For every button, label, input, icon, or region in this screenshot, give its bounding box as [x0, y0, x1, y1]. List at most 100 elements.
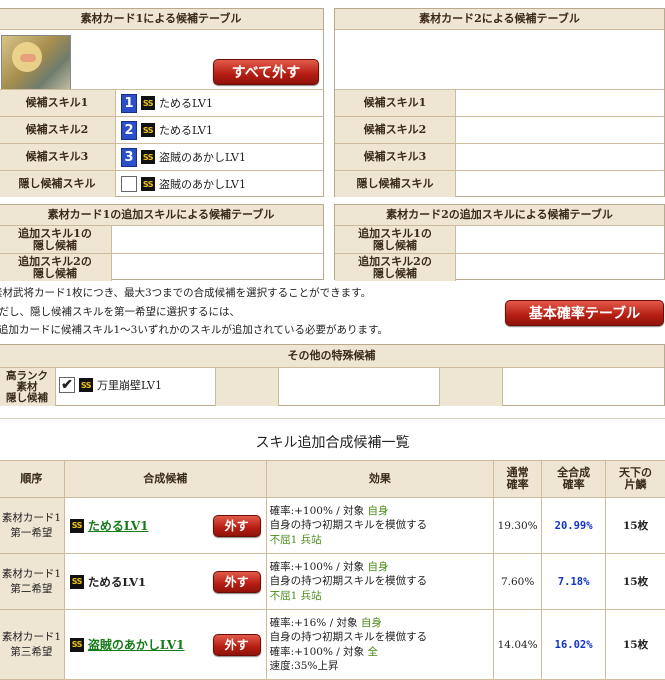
add1-row-2: 追加スキル2の 隠し候補 — [0, 253, 323, 281]
special-skill-cell: ✔ SS 万里崩壁LV1 — [59, 377, 162, 393]
candidate-order: 素材カード1 第二希望 — [0, 553, 65, 610]
candidate-order: 素材カード1 第三希望 — [0, 609, 65, 680]
card2-row-3: 候補スキル3 — [335, 143, 664, 170]
special-skill-checkbox[interactable]: ✔ — [59, 377, 75, 393]
ss-rank-icon: SS — [141, 177, 155, 191]
candidate-header-row: 順序 合成候補 効果 通常 確率 全合成 確率 天下の 片鱗 — [0, 460, 665, 498]
header-order: 順序 — [0, 460, 65, 498]
add2-title: 素材カード2の追加スキルによる候補テーブル — [335, 205, 664, 226]
header-candidate: 合成候補 — [63, 460, 267, 498]
candidate-skill-link[interactable]: 盗賊のあかしLV1 — [88, 636, 185, 653]
add1-row-label-line1: 追加スキル1の — [18, 226, 92, 240]
basic-probability-table-button[interactable]: 基本確率テーブル — [505, 300, 664, 326]
remove-candidate-button[interactable]: 外す — [212, 514, 261, 537]
candidate-effect: 確率:+100% / 対象 自身 自身の持つ初期スキルを模倣する 不屈1 兵站 — [265, 553, 495, 610]
normal-probability: 7.60% — [493, 553, 543, 610]
card1-row-label: 隠し候補スキル — [0, 171, 116, 197]
candidate-row: 素材カード1 第一希望 SS ためるLV1 外す 確率:+100% / 対象 自身… — [0, 497, 665, 554]
priority-3-icon[interactable]: 3 — [121, 147, 137, 167]
candidate-skill-cell: SS ためるLV1 外す — [63, 553, 267, 610]
special-label-line2: 素材 — [16, 380, 38, 393]
card2-row-hidden: 隠し候補スキル — [335, 170, 664, 197]
ss-rank-icon: SS — [69, 574, 84, 589]
add1-row-label-line2: 隠し候補 — [33, 238, 77, 252]
tenka-count: 15枚 — [605, 553, 665, 610]
card2-row-label: 候補スキル2 — [335, 117, 456, 143]
card1-row-2: 候補スキル2 2 SS ためるLV1 — [0, 116, 323, 143]
full-probability: 20.99% — [541, 497, 607, 554]
full-probability: 16.02% — [541, 609, 607, 680]
card1-skill-name: 盗賊のあかしLV1 — [159, 151, 246, 164]
card1-row-label: 候補スキル3 — [0, 144, 116, 170]
ss-rank-icon: SS — [79, 378, 93, 392]
ss-rank-icon: SS — [141, 150, 155, 164]
candidate-skill-name: ためるLV1 — [87, 574, 147, 589]
header-normal-prob: 通常 確率 — [493, 460, 543, 498]
add1-row-label: 追加スキル2の 隠し候補 — [0, 254, 112, 281]
full-probability: 7.18% — [541, 553, 607, 610]
header-effect: 効果 — [265, 460, 495, 498]
card1-row-hidden: 隠し候補スキル SS 盗賊のあかしLV1 — [0, 170, 323, 197]
add1-title: 素材カード1の追加スキルによる候補テーブル — [0, 205, 323, 226]
remove-candidate-button[interactable]: 外す — [212, 570, 261, 593]
special-label: 高ランク 素材 隠し候補 — [0, 368, 56, 406]
ss-rank-icon: SS — [141, 96, 155, 110]
add2-row-2: 追加スキル2の 隠し候補 — [335, 253, 664, 281]
card2-table-title: 素材カード2による候補テーブル — [335, 9, 664, 30]
card2-row-label: 候補スキル3 — [335, 144, 456, 170]
header-full-prob: 全合成 確率 — [541, 460, 607, 498]
candidate-effect: 確率:+16% / 対象 自身 自身の持つ初期スキルを模倣する 確率:+100%… — [265, 609, 495, 680]
priority-1-icon[interactable]: 1 — [121, 93, 137, 113]
add1-row-label: 追加スキル1の 隠し候補 — [0, 226, 112, 253]
ss-rank-icon: SS — [69, 637, 84, 652]
candidate-list-title: スキル追加合成候補一覧 — [255, 435, 410, 451]
add2-row-label-line1: 追加スキル2の — [358, 254, 432, 268]
special-candidates-table: その他の特殊候補 高ランク 素材 隠し候補 ✔ SS 万里崩壁LV1 — [0, 344, 665, 406]
add1-row-label-line1: 追加スキル2の — [18, 254, 92, 268]
special-title: その他の特殊候補 — [0, 345, 664, 368]
card2-row-label: 隠し候補スキル — [335, 171, 456, 197]
card1-row-label: 候補スキル1 — [0, 90, 116, 116]
note-line-1: 素材武将カード1枚につき、最大3つまでの合成候補を選択することができます。 — [0, 287, 372, 299]
header-tenka: 天下の 片鱗 — [605, 460, 665, 498]
remove-all-button[interactable]: すべて外す — [213, 59, 319, 85]
candidate-skill-link[interactable]: ためるLV1 — [88, 517, 149, 534]
special-empty-label — [215, 368, 279, 406]
ss-rank-icon: SS — [69, 518, 84, 533]
candidate-order: 素材カード1 第一希望 — [0, 497, 65, 554]
candidate-list-table: 順序 合成候補 効果 通常 確率 全合成 確率 天下の 片鱗 素材カード1 第一希望 S… — [0, 460, 665, 680]
remove-candidate-button[interactable]: 外す — [212, 633, 261, 656]
special-skill-name: 万里崩壁LV1 — [97, 379, 162, 392]
card1-skill-name: ためるLV1 — [159, 124, 213, 137]
tenka-count: 15枚 — [605, 497, 665, 554]
normal-probability: 14.04% — [493, 609, 543, 680]
card1-candidate-table: 素材カード1による候補テーブル すべて外す 候補スキル1 1 SS ためるLV1… — [0, 8, 324, 197]
priority-2-icon[interactable]: 2 — [121, 120, 137, 140]
card1-skill-name: 盗賊のあかしLV1 — [159, 178, 246, 191]
add2-row-label-line2: 隠し候補 — [373, 266, 417, 280]
card1-portrait[interactable] — [1, 35, 71, 93]
tenka-count: 15枚 — [605, 609, 665, 680]
section-divider — [0, 418, 665, 419]
special-label-line3: 隠し候補 — [6, 391, 48, 404]
candidate-skill-cell: SS 盗賊のあかしLV1 外す — [63, 609, 267, 680]
candidate-row: 素材カード1 第三希望 SS 盗賊のあかしLV1 外す 確率:+16% / 対象 … — [0, 609, 665, 680]
card1-table-title: 素材カード1による候補テーブル — [0, 9, 323, 30]
card1-skill-name: ためるLV1 — [159, 97, 213, 110]
card2-additional-skill-table: 素材カード2の追加スキルによる候補テーブル 追加スキル1の 隠し候補 追加スキル… — [334, 204, 665, 281]
ss-rank-icon: SS — [141, 123, 155, 137]
note-line-2: ただし、隠し候補スキルを第一希望に選択するには、 — [0, 306, 240, 318]
card1-row-3: 候補スキル3 3 SS 盗賊のあかしLV1 — [0, 143, 323, 170]
add2-row-label-line2: 隠し候補 — [373, 238, 417, 252]
candidate-skill-cell: SS ためるLV1 外す — [63, 497, 267, 554]
card2-row-1: 候補スキル1 — [335, 89, 664, 116]
add2-row-1: 追加スキル1の 隠し候補 — [335, 225, 664, 253]
add2-row-label: 追加スキル1の 隠し候補 — [335, 226, 456, 253]
card2-candidate-table: 素材カード2による候補テーブル 候補スキル1 候補スキル2 候補スキル3 隠し候… — [334, 8, 665, 197]
add2-row-label: 追加スキル2の 隠し候補 — [335, 254, 456, 281]
add2-row-label-line1: 追加スキル1の — [358, 226, 432, 240]
card1-row-1: 候補スキル1 1 SS ためるLV1 — [0, 89, 323, 116]
hidden-skill-checkbox[interactable] — [121, 176, 137, 192]
candidate-effect: 確率:+100% / 対象 自身 自身の持つ初期スキルを模倣する 不屈1 兵站 — [265, 497, 495, 554]
card2-row-2: 候補スキル2 — [335, 116, 664, 143]
